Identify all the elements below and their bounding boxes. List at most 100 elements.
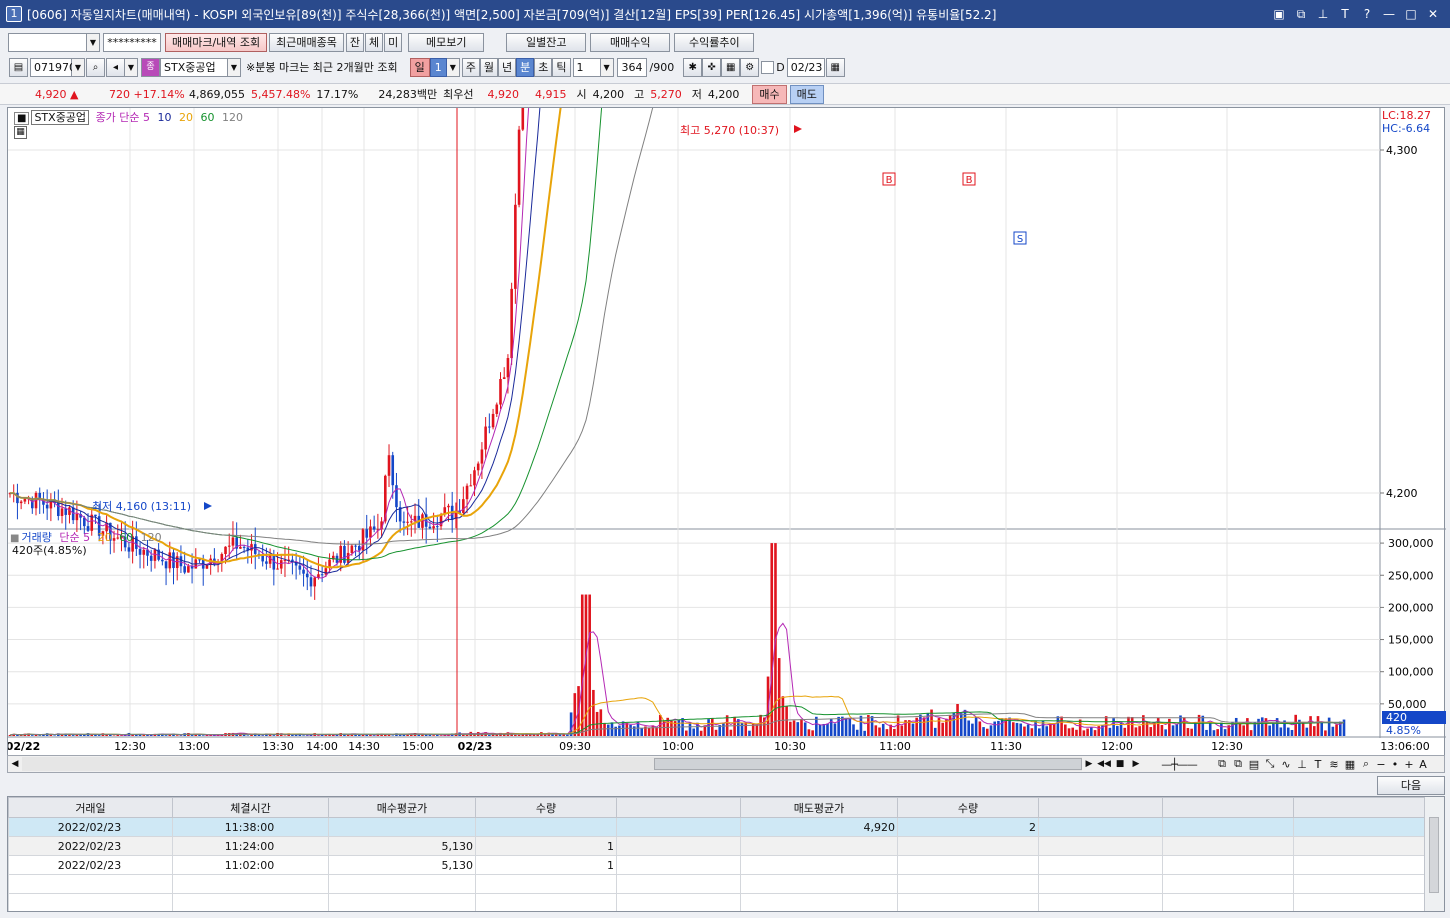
bar-count-input[interactable]: 364 (616, 57, 647, 77)
account-dropdown-button[interactable]: ▼ (87, 32, 100, 52)
candle-body (320, 574, 324, 576)
chart-scroll-thumb[interactable] (654, 758, 1082, 770)
stock-code-input[interactable]: 071970 (30, 57, 76, 77)
help-icon[interactable]: ? (1360, 7, 1374, 22)
period-year-button[interactable]: 년 (498, 57, 517, 77)
volume-bar (777, 658, 781, 736)
account-input[interactable] (8, 32, 87, 52)
speaker-dropdown[interactable]: ▼ (125, 57, 138, 77)
memo-view-button[interactable]: 메모보기 (408, 32, 485, 52)
candle-body (309, 577, 313, 587)
period-value-dropdown[interactable]: ▼ (446, 57, 460, 77)
period-minute-button[interactable]: 분 (516, 57, 535, 77)
pin-icon[interactable]: ⊥ (1316, 7, 1330, 22)
zoom-in-icon[interactable]: + (1402, 758, 1416, 771)
candle-body (406, 521, 409, 523)
auto-scale-icon[interactable]: A (1416, 758, 1430, 771)
save-icon[interactable]: ▦ (721, 57, 741, 77)
tool-chart-icon[interactable]: ▦ (1342, 758, 1358, 771)
table-scrollbar[interactable] (1424, 797, 1444, 911)
return-trend-button[interactable]: 수익률추이 (674, 32, 755, 52)
trade-mark-lookup-button[interactable]: 매매마크/내역 조회 (165, 32, 268, 52)
stock-name-dropdown[interactable]: ▼ (228, 57, 241, 77)
daily-balance-button[interactable]: 일별잔고 (506, 32, 587, 52)
tool-text-icon[interactable]: T (1310, 758, 1326, 771)
tool-copy-icon[interactable]: ⧉ (1214, 757, 1230, 771)
candle-body (94, 514, 97, 517)
gear-icon[interactable]: ⚙ (740, 57, 760, 77)
date-checkbox[interactable] (761, 60, 775, 74)
rewind-icon[interactable]: ◀◀ (1096, 759, 1112, 769)
price-legend-name: STX중공업 (31, 110, 90, 125)
scroll-right-icon[interactable]: ▶ (1082, 759, 1096, 769)
candle-body (60, 508, 64, 516)
volume-bar (391, 735, 395, 736)
unfilled-button[interactable]: 미 (384, 32, 403, 52)
price-chart-area[interactable]: 02/22 12:30 13:00 13:30 14:00 14:30 15:00 02/23… (7, 107, 1446, 758)
search-icon[interactable]: ⌕ (86, 57, 105, 77)
tick-value-dropdown[interactable]: ▼ (600, 57, 614, 77)
play-icon[interactable]: ▶ (1128, 759, 1144, 769)
zoom-search-icon[interactable]: ⌕ (1358, 757, 1374, 771)
table-row[interactable]: 2022/02/23 11:38:00 4,920 2 (8, 817, 1427, 837)
executed-button[interactable]: 체 (365, 32, 384, 52)
maximize-icon[interactable]: □ (1404, 7, 1418, 22)
password-field[interactable]: ********* (103, 32, 161, 52)
minimize-icon[interactable]: — (1382, 7, 1396, 22)
period-second-button[interactable]: 초 (534, 57, 553, 77)
sell-button[interactable]: 매도 (789, 84, 824, 104)
next-page-button[interactable]: 다음 (1377, 776, 1445, 795)
stop-icon[interactable]: ■ (1112, 759, 1128, 769)
table-scroll-thumb[interactable] (1429, 817, 1439, 893)
candle-body (302, 569, 305, 574)
chart-settings-icon[interactable]: ▤ (9, 57, 28, 77)
zoom-slider[interactable]: —┼—— (1144, 758, 1214, 771)
grid-icon[interactable]: ▦ (14, 126, 27, 139)
period-month-button[interactable]: 월 (479, 57, 499, 77)
tool-fib-icon[interactable]: ≋ (1326, 758, 1342, 771)
period-value-input[interactable]: 1 (429, 57, 447, 77)
period-week-button[interactable]: 주 (461, 57, 480, 77)
table-row[interactable]: 2022/02/23 11:02:00 5,130 1 (8, 855, 1427, 875)
col-header-exec-time: 체결시간 (172, 797, 329, 818)
tool-layer-icon[interactable]: ⧉ (1230, 757, 1246, 771)
restore-copy-icon[interactable]: ⧉ (1294, 7, 1308, 22)
period-day-button[interactable]: 일 (409, 57, 430, 77)
recent-trade-items-button[interactable]: 최근매매종목 (269, 32, 344, 52)
buy-button[interactable]: 매수 (752, 84, 787, 104)
volume-bar (625, 722, 629, 736)
volume-bar (90, 734, 94, 736)
volume-bar (859, 715, 863, 736)
zoom-out-icon[interactable]: − (1374, 758, 1388, 771)
tool-print-icon[interactable]: ▤ (1246, 758, 1262, 771)
time-axis-label: 12:30 (114, 740, 146, 753)
font-icon[interactable]: T (1338, 7, 1352, 22)
cross-cursor-icon[interactable]: ✜ (702, 57, 722, 77)
volume-bar (1127, 716, 1130, 736)
balance-button[interactable]: 잔 (345, 32, 365, 52)
close-icon[interactable]: ✕ (1426, 7, 1440, 22)
tool-wave-icon[interactable]: ∿ (1278, 758, 1294, 771)
tool-line-icon[interactable]: ⤡ (1262, 757, 1278, 771)
speaker-icon[interactable]: ◂ (106, 57, 125, 77)
tool-ruler-icon[interactable]: ⊥ (1294, 758, 1310, 771)
stock-code-dropdown[interactable]: ▼ (72, 57, 85, 77)
indicator-icon[interactable]: ✱ (683, 57, 703, 77)
volume-bar (317, 735, 320, 736)
candle-body (476, 463, 480, 471)
volume-bar (878, 727, 881, 736)
table-row[interactable]: 2022/02/23 11:24:00 5,130 1 (8, 836, 1427, 856)
chart-scrollbar[interactable] (22, 757, 1082, 771)
col-header-sell-qty: 수량 (897, 797, 1039, 818)
tick-value-input[interactable]: 1 (572, 57, 601, 77)
volume-bar (971, 723, 974, 736)
chart-canvas[interactable]: 02/22 12:30 13:00 13:30 14:00 14:30 15:00 02/23… (8, 108, 1446, 758)
scroll-left-icon[interactable]: ◀ (8, 759, 22, 769)
candle-body (172, 552, 175, 569)
layout-icon[interactable]: ▣ (1272, 7, 1286, 22)
zoom-reset-icon[interactable]: • (1388, 758, 1402, 771)
trade-profit-button[interactable]: 매매수익 (590, 32, 671, 52)
calendar-icon[interactable]: ▦ (825, 57, 845, 77)
date-input[interactable]: 02/23 (786, 57, 825, 77)
period-tick-button[interactable]: 틱 (552, 57, 571, 77)
